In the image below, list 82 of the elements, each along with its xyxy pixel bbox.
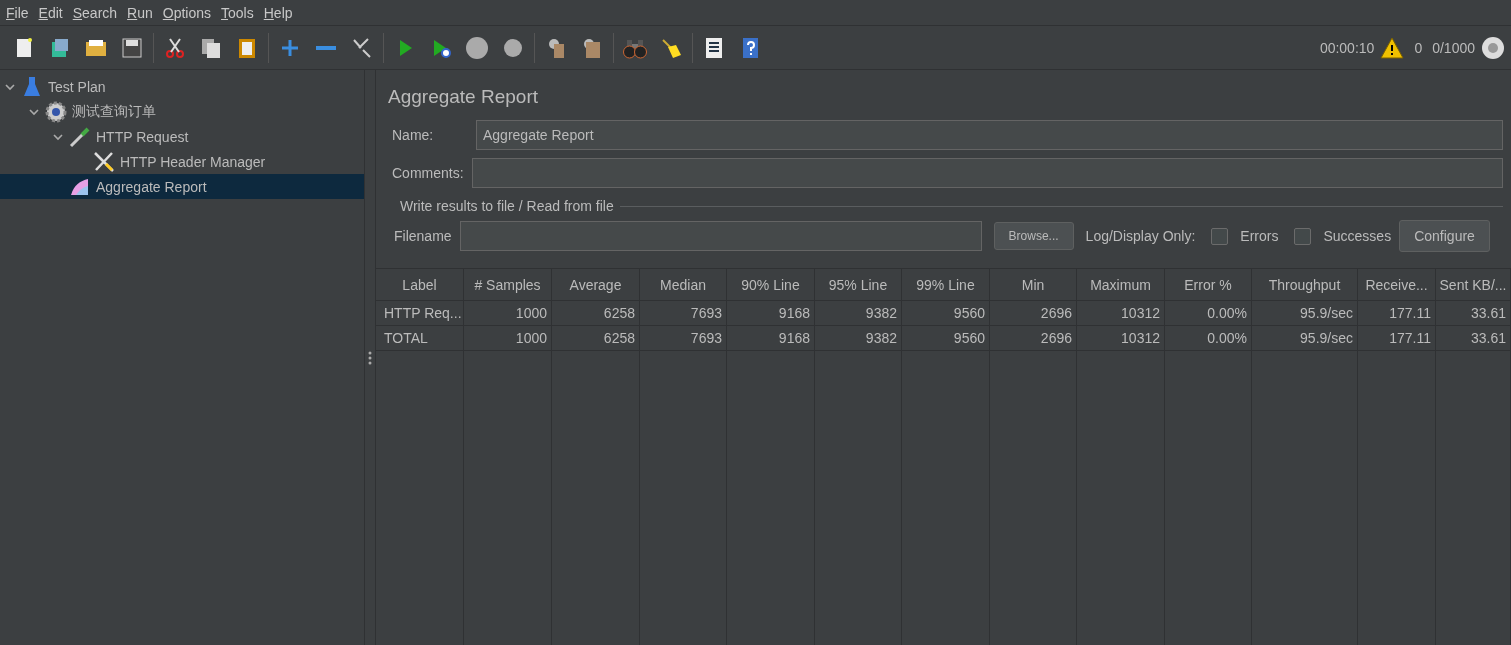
splitter-handle-icon[interactable] (368, 349, 372, 366)
table-cell: 0.00% (1165, 301, 1252, 326)
panel-title: Aggregate Report (387, 85, 539, 109)
gear-icon (44, 99, 68, 124)
tree-item[interactable]: HTTP Request (0, 124, 364, 149)
table-cell: HTTP Req... (376, 301, 464, 326)
tree-label: 测试查询订单 (72, 102, 156, 121)
comments-field[interactable] (471, 158, 1503, 188)
checkbox[interactable] (1294, 227, 1312, 245)
warning-count: 0 (1414, 39, 1423, 56)
tree-item[interactable]: Test Plan (0, 74, 364, 99)
configure-button[interactable]: Configure (1399, 220, 1490, 252)
menu-item[interactable]: Help (259, 4, 299, 21)
column-header[interactable]: Sent KB/... (1436, 269, 1511, 301)
menu-item[interactable]: Edit (34, 4, 69, 21)
table-cell: 6258 (552, 326, 640, 351)
tree-label: Aggregate Report (96, 178, 207, 195)
column-header[interactable]: Maximum (1077, 269, 1165, 301)
tools-icon (92, 149, 116, 174)
menu-item[interactable]: Options (158, 4, 218, 21)
field-label: Comments: (392, 165, 464, 181)
table-cell: 2696 (990, 301, 1077, 326)
save-icon (120, 35, 144, 60)
table-cell: 95.9/sec (1252, 326, 1358, 351)
menu-item[interactable]: File (2, 4, 35, 21)
tree-label: HTTP Request (96, 128, 189, 145)
table-cell: 9560 (902, 301, 990, 326)
column-header[interactable]: Min (990, 269, 1077, 301)
column-header[interactable]: 90% Line (727, 269, 815, 301)
warning-icon (1380, 35, 1405, 60)
table-cell: TOTAL (376, 326, 464, 351)
field-label: Log/Display Only: (1085, 228, 1196, 244)
table-cell: 9382 (815, 301, 902, 326)
stop-icon (465, 35, 489, 60)
column-header[interactable]: 99% Line (902, 269, 990, 301)
group-legend: Write results to file / Read from file (400, 198, 614, 214)
column-header[interactable]: Label (376, 269, 464, 301)
table-cell: 0.00% (1165, 326, 1252, 351)
menu-item[interactable]: Tools (217, 4, 260, 21)
tree-item[interactable]: HTTP Header Manager (0, 149, 364, 174)
tree-label: HTTP Header Manager (120, 153, 266, 170)
column-header[interactable]: # Samples (464, 269, 552, 301)
checkbox-label: Errors (1240, 228, 1279, 244)
thread-count: 0/1000 (1432, 39, 1475, 56)
field-label: Filename (394, 228, 452, 244)
table-cell: 95.9/sec (1252, 301, 1358, 326)
browse-button[interactable]: Browse... (993, 222, 1074, 250)
column-header[interactable]: 95% Line (815, 269, 902, 301)
table-cell: 7693 (640, 301, 727, 326)
table-cell: 177.11 (1358, 301, 1436, 326)
tree-item[interactable]: Aggregate Report (0, 174, 364, 199)
table-cell: 2696 (990, 326, 1077, 351)
menu-item[interactable]: Run (123, 4, 159, 21)
table-cell: 6258 (552, 301, 640, 326)
name-field[interactable]: Aggregate Report (476, 120, 1503, 150)
table-cell: 10312 (1077, 326, 1165, 351)
table-cell: 177.11 (1358, 326, 1436, 351)
table-cell: 9168 (727, 326, 815, 351)
column-header[interactable]: Median (640, 269, 727, 301)
column-header[interactable]: Average (552, 269, 640, 301)
table-cell: 9560 (902, 326, 990, 351)
column-header[interactable]: Throughput (1252, 269, 1358, 301)
table-cell: 33.61 (1436, 326, 1511, 351)
tree-item[interactable]: 测试查询订单 (0, 99, 364, 124)
table-cell: 1000 (464, 326, 552, 351)
table-cell: 9382 (815, 326, 902, 351)
checkbox-label: Successes (1323, 228, 1392, 244)
elapsed-time: 00:00:10 (1319, 39, 1375, 56)
table-cell: 10312 (1077, 301, 1165, 326)
column-header[interactable]: Receive... (1358, 269, 1436, 301)
minus-icon (314, 45, 338, 50)
table-cell: 9168 (727, 301, 815, 326)
table-cell: 7693 (640, 326, 727, 351)
filename-field[interactable] (459, 221, 982, 251)
table-cell: 33.61 (1436, 301, 1511, 326)
field-label: Name: (392, 127, 435, 143)
tree-label: Test Plan (48, 78, 106, 95)
menu-item[interactable]: Search (68, 4, 124, 21)
column-header[interactable]: Error % (1165, 269, 1252, 301)
reset-icon (1481, 35, 1505, 60)
table-cell: 1000 (464, 301, 552, 326)
checkbox[interactable] (1211, 227, 1229, 245)
